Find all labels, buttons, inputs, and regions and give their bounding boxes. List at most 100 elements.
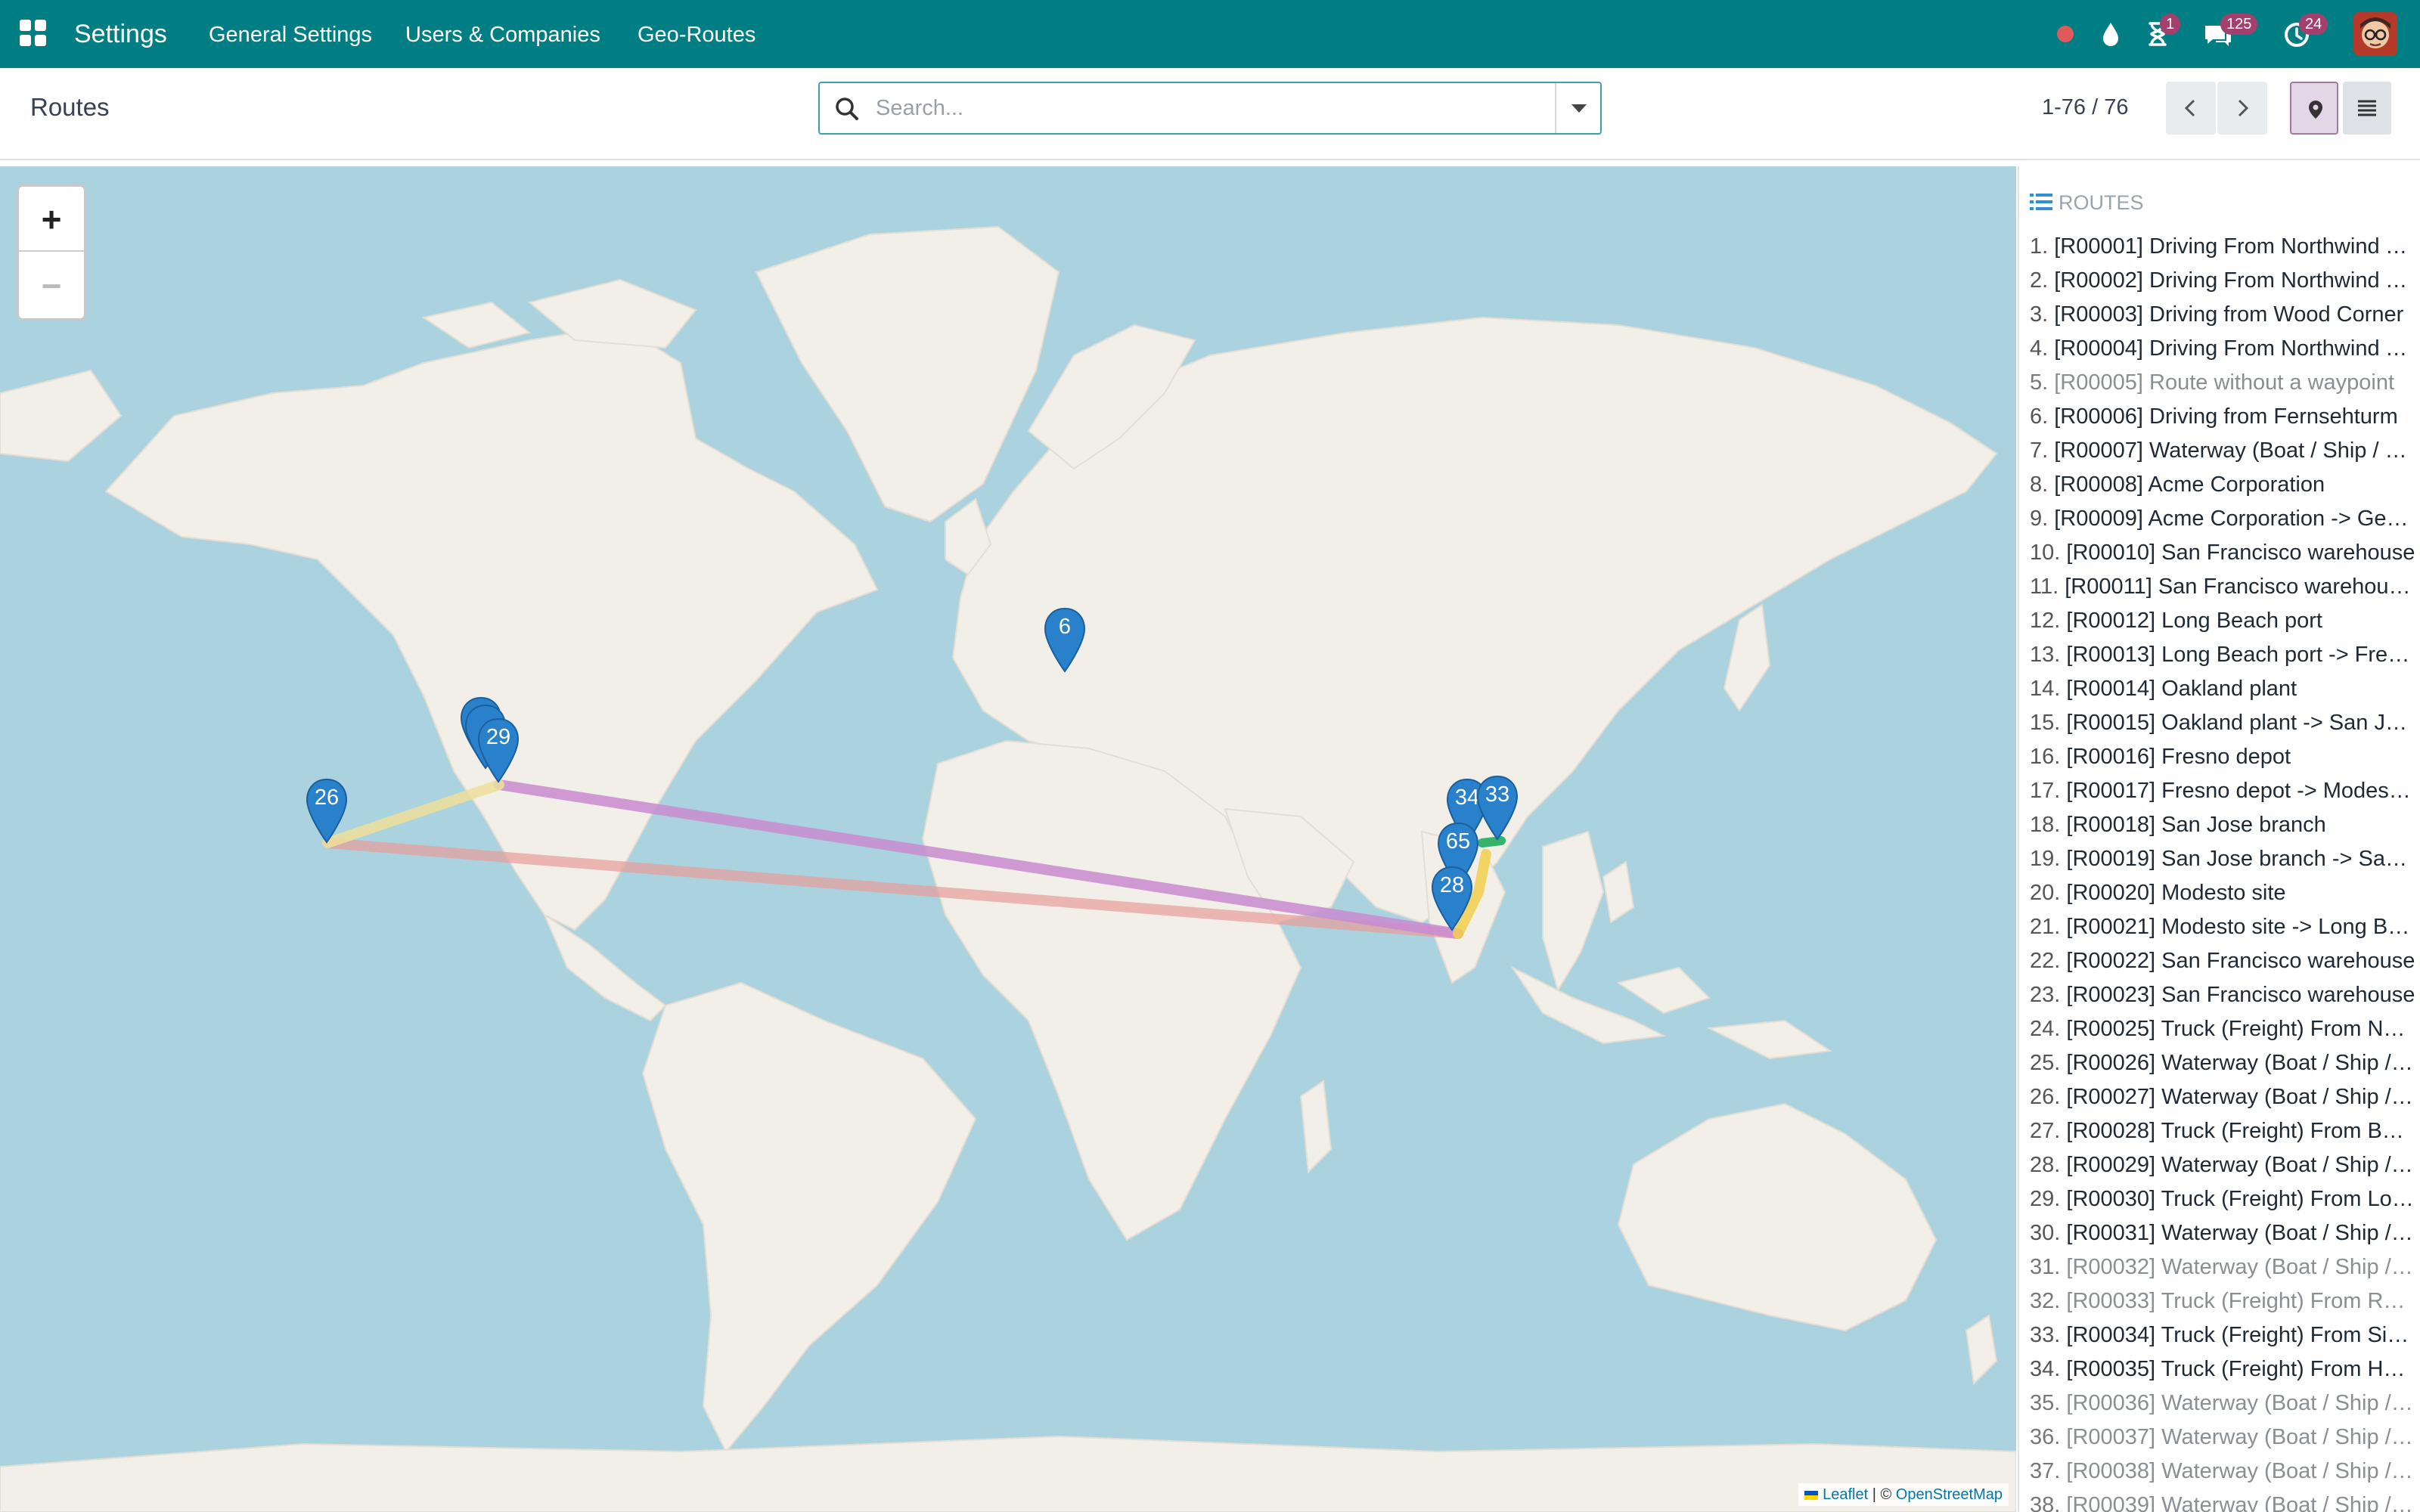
- app-name[interactable]: Settings: [74, 17, 167, 51]
- route-list-item[interactable]: 31. [R00032] Waterway (Boat / Ship / Fer…: [2030, 1250, 2415, 1284]
- panel-header: ROUTES: [2030, 191, 2144, 215]
- control-panel: Routes 1-76 / 76: [0, 68, 2420, 160]
- route-list-item[interactable]: 6. [R00006] Driving from Fernsehturm: [2030, 400, 2415, 434]
- route-label: [R00009] Acme Corporation -> Gemini Furn…: [2054, 507, 2415, 531]
- drop-icon[interactable]: [2093, 17, 2128, 51]
- route-number: 3.: [2030, 302, 2049, 327]
- route-label: [R00018] San Jose branch: [2066, 813, 2326, 837]
- route-list-item[interactable]: 13. [R00013] Long Beach port -> Fresno d…: [2030, 638, 2415, 672]
- route-list-item[interactable]: 21. [R00021] Modesto site -> Long Beach …: [2030, 910, 2415, 944]
- route-list-item[interactable]: 15. [R00015] Oakland plant -> San Jose b…: [2030, 706, 2415, 740]
- route-list-item[interactable]: 18. [R00018] San Jose branch: [2030, 808, 2415, 842]
- route-list-item[interactable]: 24. [R00025] Truck (Freight) From Northw…: [2030, 1012, 2415, 1046]
- route-list-item[interactable]: 14. [R00014] Oakland plant: [2030, 672, 2415, 706]
- menu-users-companies[interactable]: Users & Companies: [405, 21, 600, 48]
- route-number: 31.: [2030, 1255, 2061, 1279]
- route-number: 5.: [2030, 370, 2049, 395]
- route-list-item[interactable]: 29. [R00030] Truck (Freight) From Long B…: [2030, 1182, 2415, 1216]
- route-list-item[interactable]: 35. [R00036] Waterway (Boat / Ship / Fer…: [2030, 1387, 2415, 1421]
- route-label: [R00001] Driving From Northwind Traders: [2054, 234, 2415, 259]
- route-number: 2.: [2030, 268, 2049, 293]
- pager-value[interactable]: 1-76 / 76: [2042, 92, 2128, 122]
- marker-label: 29: [486, 725, 511, 749]
- leaflet-link[interactable]: Leaflet: [1823, 1486, 1868, 1503]
- route-label: [R00028] Truck (Freight) From Busan: [2066, 1119, 2415, 1143]
- route-list-item[interactable]: 20. [R00020] Modesto site: [2030, 876, 2415, 910]
- route-list-item[interactable]: 30. [R00031] Waterway (Boat / Ship / Fer…: [2030, 1216, 2415, 1250]
- route-number: 9.: [2030, 507, 2049, 531]
- route-number: 19.: [2030, 847, 2061, 871]
- map-marker[interactable]: 6: [1042, 606, 1087, 674]
- route-number: 8.: [2030, 472, 2049, 497]
- route-label: [R00027] Waterway (Boat / Ship / Ferry): [2066, 1085, 2415, 1109]
- route-list-item[interactable]: 5. [R00005] Route without a waypoint: [2030, 366, 2415, 400]
- route-label: [R00017] Fresno depot -> Modesto site: [2066, 779, 2415, 803]
- route-number: 4.: [2030, 336, 2049, 361]
- caret-down-icon: [1571, 104, 1587, 113]
- route-list-item[interactable]: 11. [R00011] San Francisco warehouse -> …: [2030, 570, 2415, 604]
- route-list-item[interactable]: 36. [R00037] Waterway (Boat / Ship / Fer…: [2030, 1421, 2415, 1455]
- marker-label: 6: [1058, 615, 1072, 639]
- route-list-item[interactable]: 33. [R00034] Truck (Freight) From Singap…: [2030, 1318, 2415, 1352]
- panel-title: ROUTES: [2059, 191, 2144, 214]
- route-list-item[interactable]: 12. [R00012] Long Beach port: [2030, 604, 2415, 638]
- list-view-button[interactable]: [2343, 82, 2391, 135]
- menu-general-settings[interactable]: General Settings: [209, 21, 372, 48]
- route-number: 25.: [2030, 1051, 2061, 1075]
- routes-map[interactable]: + − 6 26 29 34 33 65 28 Leaflet | © Open…: [0, 166, 2016, 1512]
- route-list-item[interactable]: 32. [R00033] Truck (Freight) From Rotter…: [2030, 1284, 2415, 1318]
- search-bar[interactable]: [818, 82, 1602, 135]
- route-list-item[interactable]: 2. [R00002] Driving From Northwind Trade…: [2030, 264, 2415, 298]
- route-number: 6.: [2030, 404, 2049, 429]
- map-marker[interactable]: 33: [1475, 774, 1520, 842]
- route-list-item[interactable]: 38. [R00039] Waterway (Boat / Ship / Fer…: [2030, 1489, 2415, 1512]
- record-icon[interactable]: [2048, 17, 2083, 51]
- search-options-toggle[interactable]: [1555, 83, 1600, 133]
- route-number: 11.: [2030, 575, 2059, 599]
- route-list-item[interactable]: 8. [R00008] Acme Corporation: [2030, 468, 2415, 502]
- pager-previous-button[interactable]: [2166, 82, 2216, 135]
- route-list-item[interactable]: 26. [R00027] Waterway (Boat / Ship / Fer…: [2030, 1080, 2415, 1114]
- route-number: 16.: [2030, 745, 2061, 769]
- route-number: 30.: [2030, 1221, 2061, 1245]
- search-input[interactable]: [876, 89, 1526, 127]
- list-icon: [2030, 194, 2052, 210]
- map-marker[interactable]: 28: [1429, 865, 1475, 933]
- route-list-item[interactable]: 4. [R00004] Driving From Northwind Trade…: [2030, 332, 2415, 366]
- route-list-item[interactable]: 3. [R00003] Driving from Wood Corner: [2030, 298, 2415, 332]
- route-list-item[interactable]: 27. [R00028] Truck (Freight) From Busan: [2030, 1114, 2415, 1148]
- route-list-item[interactable]: 23. [R00023] San Francisco warehouse: [2030, 978, 2415, 1012]
- hourglass-icon[interactable]: 1: [2140, 14, 2181, 51]
- map-marker[interactable]: 26: [304, 777, 349, 845]
- route-list-item[interactable]: 34. [R00035] Truck (Freight) From Hambur…: [2030, 1352, 2415, 1387]
- ukraine-flag-icon: [1804, 1490, 1819, 1500]
- user-avatar[interactable]: [2353, 12, 2397, 56]
- menu-geo-routes[interactable]: Geo-Routes: [638, 21, 755, 48]
- map-marker[interactable]: 29: [476, 717, 521, 785]
- route-list-item[interactable]: 28. [R00029] Waterway (Boat / Ship / Fer…: [2030, 1148, 2415, 1182]
- chat-icon[interactable]: 125: [2201, 14, 2258, 51]
- route-list-item[interactable]: 10. [R00010] San Francisco warehouse: [2030, 536, 2415, 570]
- zoom-out-button[interactable]: −: [19, 253, 84, 318]
- route-list-item[interactable]: 9. [R00009] Acme Corporation -> Gemini F…: [2030, 502, 2415, 536]
- route-list-item[interactable]: 37. [R00038] Waterway (Boat / Ship / Fer…: [2030, 1455, 2415, 1489]
- route-number: 38.: [2030, 1493, 2061, 1512]
- route-label: [R00005] Route without a waypoint: [2054, 370, 2395, 395]
- route-list-item[interactable]: 1. [R00001] Driving From Northwind Trade…: [2030, 230, 2415, 264]
- route-label: [R00021] Modesto site -> Long Beach port: [2066, 915, 2415, 939]
- route-number: 22.: [2030, 949, 2061, 973]
- route-list-item[interactable]: 19. [R00019] San Jose branch -> San Fran…: [2030, 842, 2415, 876]
- route-list-item[interactable]: 22. [R00022] San Francisco warehouse: [2030, 944, 2415, 978]
- route-number: 12.: [2030, 609, 2061, 633]
- route-list-item[interactable]: 25. [R00026] Waterway (Boat / Ship / Fer…: [2030, 1046, 2415, 1080]
- activity-clock-icon[interactable]: 24: [2279, 14, 2328, 51]
- zoom-in-button[interactable]: +: [19, 187, 84, 252]
- route-list-item[interactable]: 16. [R00016] Fresno depot: [2030, 740, 2415, 774]
- openstreetmap-link[interactable]: OpenStreetMap: [1896, 1486, 2003, 1503]
- apps-menu-icon[interactable]: [20, 20, 47, 47]
- pager-next-button[interactable]: [2217, 82, 2267, 135]
- route-list-item[interactable]: 17. [R00017] Fresno depot -> Modesto sit…: [2030, 774, 2415, 808]
- route-list-item[interactable]: 7. [R00007] Waterway (Boat / Ship / Ferr…: [2030, 434, 2415, 468]
- map-view-button[interactable]: [2290, 82, 2338, 135]
- route-number: 10.: [2030, 541, 2061, 565]
